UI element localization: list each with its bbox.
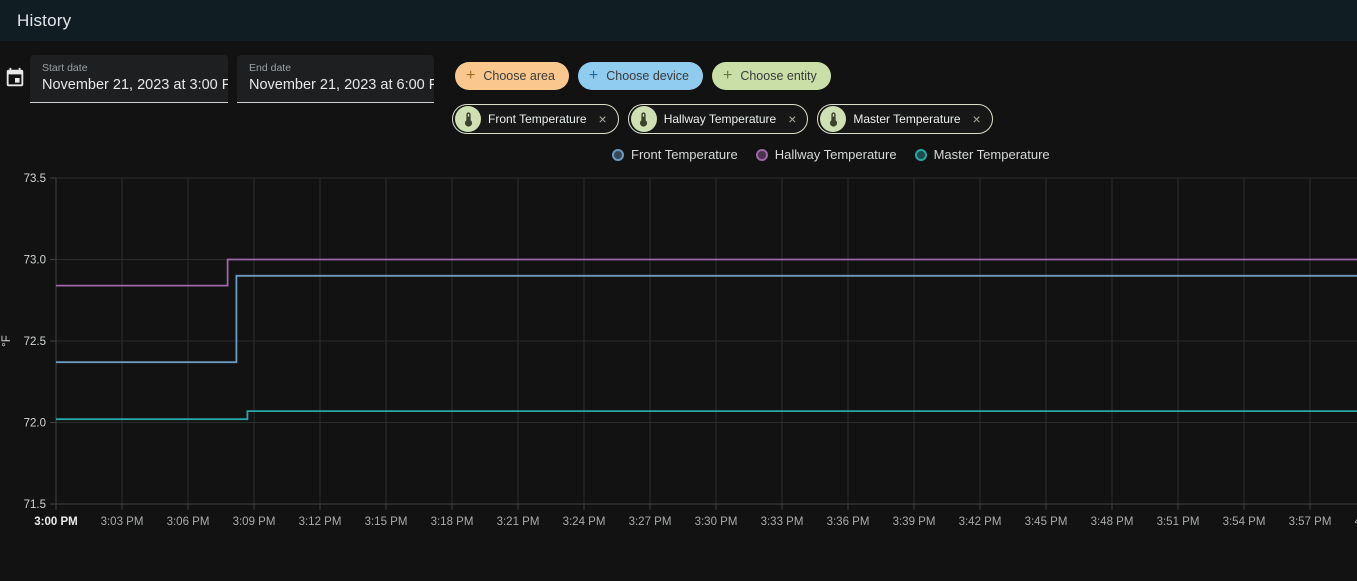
entity-chip-master-temperature[interactable]: Master Temperature × [817,104,992,134]
legend-label: Front Temperature [631,147,738,162]
svg-text:3:33 PM: 3:33 PM [761,516,804,528]
legend-item-hallway-temperature[interactable]: Hallway Temperature [756,147,897,162]
thermometer-icon [455,106,481,132]
legend-label: Master Temperature [934,147,1050,162]
choose-area-label: Choose area [483,69,555,83]
page-title: History [17,11,71,31]
svg-text:72.5: 72.5 [24,336,46,348]
calendar-icon[interactable] [4,67,26,89]
svg-text:3:21 PM: 3:21 PM [497,516,540,528]
svg-text:3:12 PM: 3:12 PM [299,516,342,528]
entity-chip-row: Front Temperature × Hallway Temperature … [452,104,993,134]
plus-icon: + [589,68,598,84]
legend-marker [915,149,927,161]
svg-text:3:54 PM: 3:54 PM [1223,516,1266,528]
svg-text:3:15 PM: 3:15 PM [365,516,408,528]
choose-area-chip[interactable]: + Choose area [455,62,569,90]
svg-text:3:45 PM: 3:45 PM [1025,516,1068,528]
thermometer-icon [820,106,846,132]
svg-text:73.0: 73.0 [24,255,46,267]
app-header: History [0,0,1357,41]
svg-text:3:36 PM: 3:36 PM [827,516,870,528]
svg-text:3:18 PM: 3:18 PM [431,516,474,528]
svg-text:3:24 PM: 3:24 PM [563,516,606,528]
svg-text:3:00 PM: 3:00 PM [34,516,77,528]
start-date-label: Start date [42,62,216,74]
start-date-field[interactable]: Start date November 21, 2023 at 3:00 PM [30,55,228,103]
filter-chip-row: + Choose area + Choose device + Choose e… [455,62,831,90]
svg-text:72.0: 72.0 [24,418,46,430]
svg-text:°F: °F [1,335,13,347]
plus-icon: + [723,68,732,84]
entity-chip-front-temperature[interactable]: Front Temperature × [452,104,619,134]
close-icon[interactable]: × [971,111,983,127]
entity-chip-label: Master Temperature [853,112,960,126]
svg-text:3:30 PM: 3:30 PM [695,516,738,528]
svg-text:3:03 PM: 3:03 PM [101,516,144,528]
svg-text:3:57 PM: 3:57 PM [1289,516,1332,528]
svg-text:3:06 PM: 3:06 PM [167,516,210,528]
svg-text:3:27 PM: 3:27 PM [629,516,672,528]
svg-text:3:39 PM: 3:39 PM [893,516,936,528]
end-date-label: End date [249,62,422,74]
choose-device-label: Choose device [606,69,689,83]
chart-legend: Front Temperature Hallway Temperature Ma… [612,147,1050,162]
svg-text:3:51 PM: 3:51 PM [1157,516,1200,528]
thermometer-icon [631,106,657,132]
choose-entity-label: Choose entity [740,69,816,83]
choose-entity-chip[interactable]: + Choose entity [712,62,831,90]
svg-text:73.5: 73.5 [24,173,46,185]
svg-text:3:09 PM: 3:09 PM [233,516,276,528]
legend-label: Hallway Temperature [775,147,897,162]
entity-chip-hallway-temperature[interactable]: Hallway Temperature × [628,104,809,134]
start-date-value: November 21, 2023 at 3:00 PM [42,77,216,93]
svg-text:71.5: 71.5 [24,499,46,511]
legend-marker [756,149,768,161]
end-date-field[interactable]: End date November 21, 2023 at 6:00 PM [237,55,434,103]
plus-icon: + [466,68,475,84]
svg-text:3:48 PM: 3:48 PM [1091,516,1134,528]
legend-item-master-temperature[interactable]: Master Temperature [915,147,1050,162]
close-icon[interactable]: × [597,111,609,127]
history-chart[interactable]: 71.5 72.0 72.5 73.0 73.5 3:00 PM 3:03 PM 3:06 P… [0,170,1357,581]
calendar-icon [4,67,26,89]
choose-device-chip[interactable]: + Choose device [578,62,703,90]
svg-text:3:42 PM: 3:42 PM [959,516,1002,528]
legend-item-front-temperature[interactable]: Front Temperature [612,147,738,162]
end-date-value: November 21, 2023 at 6:00 PM [249,77,422,93]
entity-chip-label: Hallway Temperature [664,112,777,126]
entity-chip-label: Front Temperature [488,112,587,126]
legend-marker [612,149,624,161]
history-page: History Start date November 21, 2023 at … [0,0,1357,581]
close-icon[interactable]: × [786,111,798,127]
